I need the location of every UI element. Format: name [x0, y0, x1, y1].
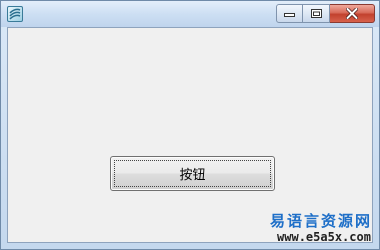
watermark-url: www.e5a5x.com: [277, 230, 371, 244]
close-icon: [346, 8, 358, 19]
window-controls: [276, 4, 375, 23]
title-bar[interactable]: [1, 1, 379, 27]
maximize-button[interactable]: [303, 4, 330, 23]
close-button[interactable]: [330, 4, 375, 23]
main-button-label: 按钮: [179, 168, 206, 183]
app-icon[interactable]: [7, 6, 23, 22]
watermark-title: 易语言资源网: [269, 212, 372, 230]
maximize-icon: [310, 9, 322, 18]
minimize-button[interactable]: [276, 4, 303, 23]
main-button[interactable]: 按钮: [110, 156, 275, 191]
minimize-icon: [284, 12, 295, 17]
